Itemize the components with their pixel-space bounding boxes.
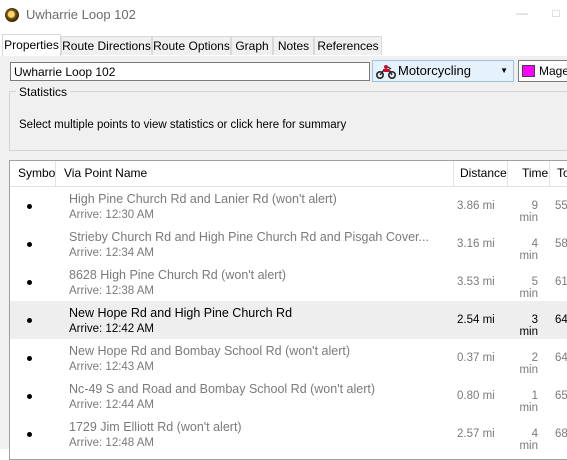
arrive-time: Arrive: 12:44 AM <box>69 399 155 411</box>
tab-references[interactable]: References <box>314 36 382 55</box>
distance-value: 3.16 mi <box>457 238 495 250</box>
via-point-symbol-icon <box>27 280 32 285</box>
arrive-time: Arrive: 12:43 AM <box>69 361 155 373</box>
distance-value: 3.53 mi <box>457 276 495 288</box>
title-bar: Uwharrie Loop 102 — □ <box>0 0 567 30</box>
time-value: 1 min <box>519 390 538 414</box>
maximize-icon[interactable]: □ <box>546 6 566 22</box>
arrive-time: Arrive: 12:42 AM <box>69 323 155 335</box>
table-row[interactable]: Strieby Church Rd and High Pine Church R… <box>10 225 567 263</box>
table-row[interactable]: New Hope Rd and Bombay School Rd (won't … <box>10 339 567 377</box>
table-row[interactable]: 8628 High Pine Church Rd (won't alert) A… <box>10 263 567 301</box>
dropdown-arrow-icon: ▼ <box>500 66 508 75</box>
tab-notes[interactable]: Notes <box>273 36 314 55</box>
app-logo-icon <box>5 8 19 22</box>
arrive-time: Arrive: 12:34 AM <box>69 247 155 259</box>
minimize-icon[interactable]: — <box>512 6 532 22</box>
distance-value: 2.57 mi <box>457 428 495 440</box>
time-value: 5 min <box>519 276 538 300</box>
via-point-name: 1729 Jim Elliott Rd (won't alert) <box>69 420 242 434</box>
table-row-selected[interactable]: New Hope Rd and High Pine Church Rd Arri… <box>10 301 567 339</box>
via-point-name: High Pine Church Rd and Lanier Rd (won't… <box>69 192 337 206</box>
distance-value: 0.80 mi <box>457 390 495 402</box>
via-point-name: Nc-49 S and Road and Bombay School Rd (w… <box>69 382 376 396</box>
column-header-via-point-name[interactable]: Via Point Name <box>56 161 454 187</box>
via-point-symbol-icon <box>27 242 32 247</box>
table-row[interactable]: 1729 Jim Elliott Rd (won't alert) Arrive… <box>10 415 567 453</box>
via-point-symbol-icon <box>27 432 32 437</box>
tab-properties[interactable]: Properties <box>2 34 61 57</box>
distance-value: 0.37 mi <box>457 352 495 364</box>
statistics-legend: Statistics <box>16 85 71 99</box>
via-point-name: New Hope Rd and High Pine Church Rd <box>69 306 293 320</box>
via-point-name: Strieby Church Rd and High Pine Church R… <box>69 230 429 244</box>
total-value: 55 <box>555 200 567 212</box>
column-header-distance[interactable]: Distance <box>454 161 508 187</box>
tab-route-directions[interactable]: Route Directions <box>61 36 152 55</box>
total-value: 64 <box>555 314 567 326</box>
total-value: 58 <box>555 238 567 250</box>
via-points-table[interactable]: Symbol Via Point Name Distance Time To H… <box>9 160 567 460</box>
route-color-dropdown[interactable]: Magenta <box>518 60 567 82</box>
column-header-total[interactable]: To <box>550 161 567 187</box>
transport-mode-label: Motorcycling <box>398 63 471 78</box>
tab-graph[interactable]: Graph <box>231 36 273 55</box>
column-header-symbol[interactable]: Symbol <box>10 161 58 187</box>
table-row[interactable]: High Pine Church Rd and Lanier Rd (won't… <box>10 187 567 225</box>
via-point-symbol-icon <box>27 318 32 323</box>
via-point-symbol-icon <box>27 356 32 361</box>
via-point-symbol-icon <box>27 204 32 209</box>
arrive-time: Arrive: 12:38 AM <box>69 285 155 297</box>
color-swatch <box>522 65 535 77</box>
via-point-symbol-icon <box>27 394 32 399</box>
time-value: 3 min <box>519 314 538 338</box>
via-point-name: New Hope Rd and Bombay School Rd (won't … <box>69 344 350 358</box>
arrive-time: Arrive: 12:30 AM <box>69 209 155 221</box>
column-header-time[interactable]: Time <box>508 161 550 187</box>
time-value: 2 min <box>519 352 538 376</box>
arrive-time: Arrive: 12:48 AM <box>69 437 155 449</box>
time-value: 4 min <box>519 238 538 262</box>
total-value: 64 <box>555 352 567 364</box>
total-value: 68 <box>555 428 567 440</box>
tab-route-options[interactable]: Route Options <box>152 36 231 55</box>
table-row[interactable]: Nc-49 S and Road and Bombay School Rd (w… <box>10 377 567 415</box>
time-value: 4 min <box>519 428 538 452</box>
distance-value: 2.54 mi <box>457 314 495 326</box>
total-value: 61 <box>555 276 567 288</box>
via-point-name: 8628 High Pine Church Rd (won't alert) <box>69 268 287 282</box>
statistics-summary-link[interactable]: Select multiple points to view statistic… <box>19 119 346 131</box>
distance-value: 3.86 mi <box>457 200 495 212</box>
motorcycle-icon <box>376 65 396 79</box>
time-value: 9 min <box>519 200 538 224</box>
transport-mode-dropdown[interactable]: Motorcycling ▼ <box>372 60 514 82</box>
total-value: 65 <box>555 390 567 402</box>
window-title: Uwharrie Loop 102 <box>26 7 136 22</box>
tab-strip: Properties Route Directions Route Option… <box>0 34 567 57</box>
route-name-input[interactable] <box>10 62 370 81</box>
color-label: Magenta <box>539 64 567 78</box>
